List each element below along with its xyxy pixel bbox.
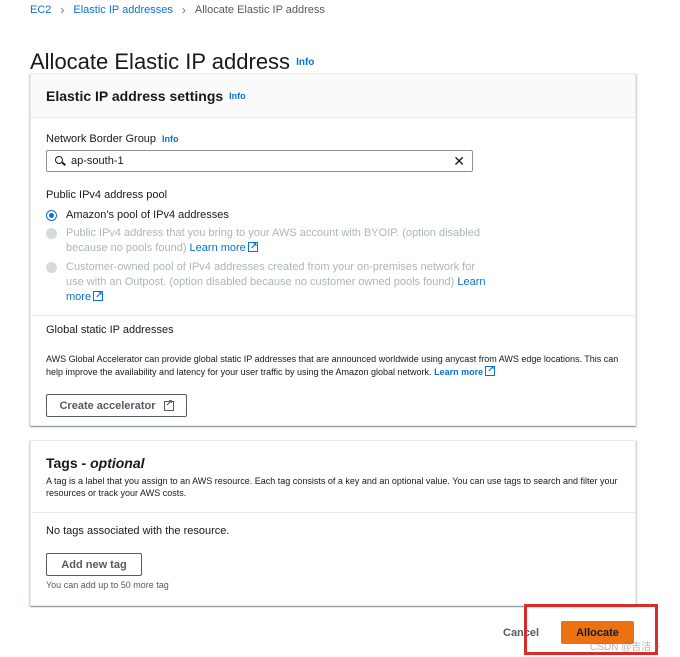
- breadcrumb-elastic-ips[interactable]: Elastic IP addresses: [73, 4, 172, 16]
- border-group-info-link[interactable]: Info: [162, 134, 179, 144]
- no-tags-text: No tags associated with the resource.: [46, 525, 230, 537]
- external-link-icon: [485, 363, 496, 376]
- page-info-link[interactable]: Info: [296, 57, 314, 68]
- pool-option-customer-owned-label: Customer-owned pool of IPv4 addresses cr…: [66, 260, 486, 305]
- breadcrumb-current: Allocate Elastic IP address: [194, 4, 325, 16]
- network-border-group-value: ap-south-1: [71, 155, 124, 167]
- external-link-icon: [93, 288, 104, 303]
- settings-info-link[interactable]: Info: [229, 91, 246, 101]
- radio-amazon-pool[interactable]: [46, 210, 57, 221]
- global-static-ip-desc-text: AWS Global Accelerator can provide globa…: [46, 354, 619, 377]
- global-static-ip-title: Global static IP addresses: [46, 324, 174, 336]
- pool-option-byoip-label: Public IPv4 address that you bring to yo…: [66, 226, 486, 256]
- tags-title-text: Tags: [46, 455, 78, 471]
- divider: [31, 315, 635, 316]
- page-title-text: Allocate Elastic IP address: [30, 48, 291, 74]
- create-accelerator-button[interactable]: Create accelerator: [46, 394, 187, 417]
- network-border-group-select[interactable]: ap-south-1 ✕: [46, 150, 473, 172]
- radio-byoip-pool: [46, 228, 57, 239]
- watermark: CSDN @吉洁 F: [590, 642, 661, 653]
- settings-panel: Elastic IP address settings Info Network…: [30, 73, 636, 426]
- border-group-label: Network Border Group Info: [46, 133, 179, 145]
- search-icon: [55, 155, 66, 167]
- pool-option-customer-owned: Customer-owned pool of IPv4 addresses cr…: [46, 260, 486, 305]
- pool-label: Public IPv4 address pool: [46, 189, 168, 201]
- divider: [31, 512, 635, 513]
- global-learn-more-link[interactable]: Learn more: [434, 367, 483, 377]
- tags-panel-title: Tags - optional: [46, 455, 145, 471]
- add-new-tag-label: Add new tag: [61, 558, 127, 571]
- pool-option-customer-owned-text: Customer-owned pool of IPv4 addresses cr…: [66, 261, 476, 288]
- tags-panel: Tags - optional A tag is a label that yo…: [30, 440, 636, 606]
- chevron-right-icon: ›: [60, 3, 65, 17]
- chevron-right-icon: ›: [181, 3, 186, 17]
- page-title: Allocate Elastic IP address Info: [30, 49, 314, 75]
- pool-option-amazon-label: Amazon's pool of IPv4 addresses: [66, 209, 229, 221]
- byoip-learn-more-link[interactable]: Learn more: [190, 242, 246, 254]
- pool-option-amazon[interactable]: Amazon's pool of IPv4 addresses: [46, 208, 486, 223]
- breadcrumb: EC2 › Elastic IP addresses › Allocate El…: [30, 3, 325, 17]
- settings-panel-title: Elastic IP address settings: [46, 87, 224, 104]
- border-group-label-text: Network Border Group: [46, 133, 157, 145]
- tags-description: A tag is a label that you assign to an A…: [46, 476, 618, 498]
- close-icon[interactable]: ✕: [453, 154, 465, 168]
- breadcrumb-ec2[interactable]: EC2: [30, 4, 51, 16]
- pool-option-byoip: Public IPv4 address that you bring to yo…: [46, 226, 486, 256]
- tag-limit-text: You can add up to 50 more tag: [46, 580, 169, 590]
- tags-title-suffix: optional: [90, 455, 145, 471]
- settings-panel-header: Elastic IP address settings Info: [31, 74, 635, 118]
- create-accelerator-label: Create accelerator: [59, 399, 156, 412]
- pool-option-byoip-text: Public IPv4 address that you bring to yo…: [66, 227, 480, 254]
- global-static-ip-description: AWS Global Accelerator can provide globa…: [46, 353, 626, 379]
- external-link-icon: [163, 398, 174, 411]
- radio-customer-owned-pool: [46, 262, 57, 273]
- external-link-icon: [247, 239, 258, 254]
- add-new-tag-button[interactable]: Add new tag: [46, 553, 142, 576]
